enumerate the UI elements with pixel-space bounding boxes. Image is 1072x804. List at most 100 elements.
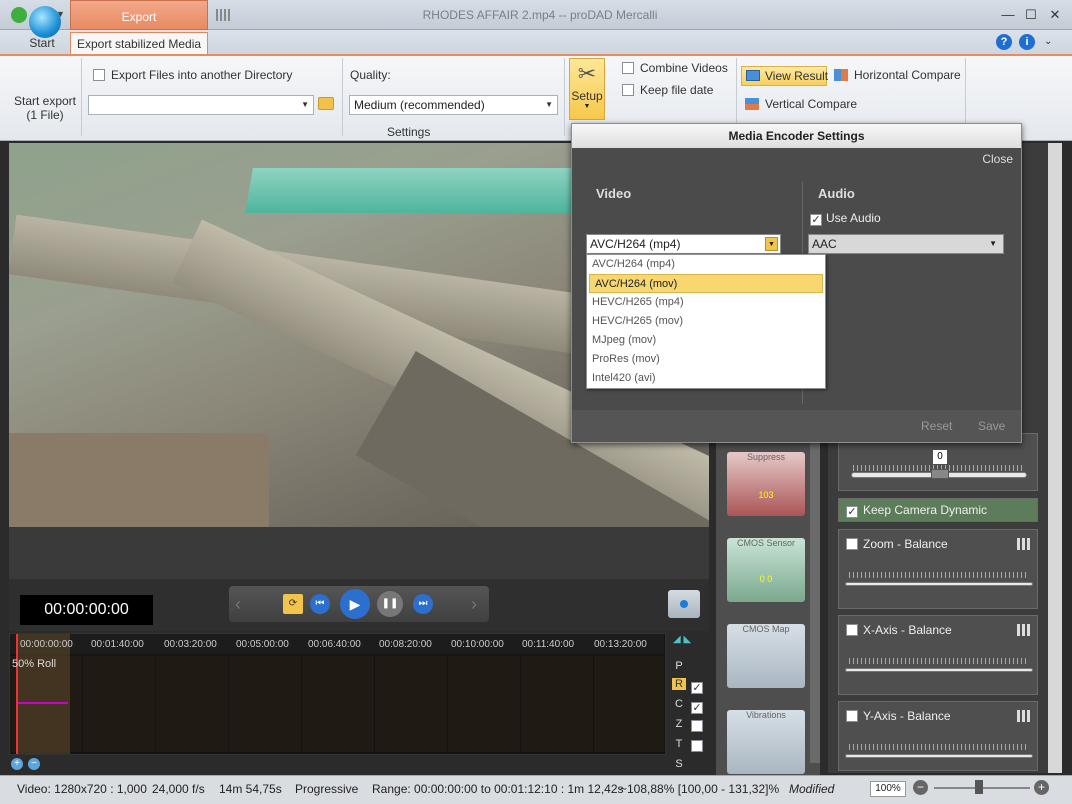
timeline-track[interactable]	[10, 656, 664, 752]
export-dir-dropdown[interactable]: ▼	[88, 95, 314, 115]
tick-label: 00:11:40:00	[522, 639, 575, 650]
skip-back-icon[interactable]: ⏮	[310, 594, 330, 614]
prev-marker-icon[interactable]: ‹	[235, 594, 241, 615]
pause-icon[interactable]: ❚❚	[377, 591, 403, 617]
dialog-footer: Reset Save	[572, 410, 1021, 442]
close-button[interactable]: ✕	[1046, 7, 1064, 23]
bars-icon[interactable]	[1017, 710, 1031, 722]
chevron-down-icon: ▼	[989, 239, 997, 248]
chevron-down-icon: ▼	[545, 100, 553, 109]
export-dir-label: Export Files into another Directory	[111, 68, 293, 82]
monitor-icon	[746, 70, 760, 81]
y-balance-checkbox[interactable]	[846, 710, 858, 725]
codec-option[interactable]: HEVC/H265 (mov)	[587, 312, 825, 331]
codec-option[interactable]: MJpeg (mov)	[587, 331, 825, 350]
codec-option[interactable]: HEVC/H265 (mp4)	[587, 293, 825, 312]
combine-videos-checkbox[interactable]	[622, 62, 634, 77]
settings-group-label: Settings	[387, 125, 431, 139]
track-label: 50% Roll	[12, 658, 57, 670]
start-export-button[interactable]: Start export (1 File)	[13, 94, 77, 122]
status-modified: Modified	[789, 782, 835, 796]
start-export-icon[interactable]	[29, 6, 61, 38]
tick-label: 00:05:00:00	[236, 639, 289, 650]
timeline-arrows-icon[interactable]: ◢ ◣	[673, 634, 691, 645]
title-bar: ▼ Export RHODES AFFAIR 2.mp4 -- proDAD M…	[0, 0, 1072, 30]
skip-forward-icon[interactable]: ⏭	[413, 594, 433, 614]
quality-dropdown[interactable]: Medium (recommended) ▼	[349, 95, 558, 115]
combine-videos-label: Combine Videos	[640, 61, 728, 75]
cmos-map-filter[interactable]: CMOS Map	[727, 624, 805, 688]
vertical-compare-icon[interactable]	[745, 98, 759, 110]
suppress-label: Suppress	[746, 452, 786, 462]
save-button[interactable]: Save	[978, 419, 1005, 433]
cmos-sensor-filter[interactable]: CMOS Sensor 0 0	[727, 538, 805, 602]
use-audio-checkbox[interactable]	[810, 212, 822, 226]
minimize-button[interactable]: —	[999, 7, 1017, 23]
play-icon[interactable]: ▶	[340, 589, 370, 619]
y-balance-slider[interactable]	[845, 754, 1033, 758]
playhead[interactable]	[16, 634, 18, 754]
app-icon[interactable]	[11, 7, 27, 23]
zoom-balance-checkbox[interactable]	[846, 538, 858, 553]
vertical-scrollbar[interactable]	[1048, 143, 1062, 773]
help-icon[interactable]: ?	[996, 34, 1012, 50]
video-codec-dropdown[interactable]: AVC/H264 (mp4) ▼	[586, 234, 781, 254]
status-duration: 14m 54,75s	[219, 782, 282, 796]
x-balance-checkbox[interactable]	[846, 624, 858, 639]
row-r-checkbox[interactable]	[691, 680, 703, 694]
zoom-slider-thumb[interactable]	[975, 780, 983, 794]
bars-icon[interactable]	[1017, 624, 1031, 636]
row-label-r[interactable]: R	[672, 678, 686, 690]
tick-label: 00:00:00:00	[20, 639, 73, 650]
ribbon-collapse-icon[interactable]: ⌄	[1044, 36, 1052, 47]
info-icon[interactable]: i	[1019, 34, 1035, 50]
zoom-out-icon[interactable]: −	[913, 780, 928, 795]
suppress-filter[interactable]: Suppress 103	[727, 452, 805, 516]
loop-icon[interactable]: ⟳	[283, 594, 303, 614]
vertical-compare-button[interactable]: Vertical Compare	[765, 97, 857, 111]
row-t-checkbox[interactable]	[691, 740, 703, 755]
next-marker-icon[interactable]: ›	[471, 594, 477, 615]
slider-value: 0	[933, 450, 947, 464]
codec-option[interactable]: AVC/H264 (mp4)	[587, 255, 825, 274]
export-context-tab[interactable]: Export	[70, 0, 208, 30]
tab-export-stabilized-media[interactable]: Export stabilized Media	[70, 32, 208, 54]
zoom-out-icon[interactable]: −	[28, 758, 40, 770]
folder-icon[interactable]	[318, 97, 334, 110]
dialog-close-link[interactable]: Close	[982, 152, 1013, 166]
codec-option[interactable]: Intel420 (avi)	[587, 369, 825, 388]
slider-thumb[interactable]	[931, 469, 949, 479]
snapshot-button[interactable]	[668, 590, 700, 618]
zoom-balance-box: Zoom - Balance	[838, 529, 1038, 609]
row-label-c: C	[675, 698, 683, 710]
zoom-in-icon[interactable]: +	[11, 758, 23, 770]
audio-codec-dropdown[interactable]: AAC ▼	[808, 234, 1004, 254]
zoom-balance-slider[interactable]	[845, 582, 1033, 586]
codec-option[interactable]: AVC/H264 (mov)	[589, 274, 823, 293]
zoom-percent[interactable]: 100%	[870, 781, 906, 797]
status-bar: Video: 1280x720 : 1,000 24,000 f/s 14m 5…	[0, 775, 1072, 804]
vibrations-filter[interactable]: Vibrations	[727, 710, 805, 774]
status-video: Video: 1280x720 : 1,000	[17, 782, 147, 796]
view-result-button[interactable]: View Result	[741, 66, 828, 86]
reset-button[interactable]: Reset	[921, 419, 952, 433]
selection-range[interactable]	[16, 634, 70, 754]
maximize-button[interactable]: ☐	[1022, 7, 1040, 23]
codec-option[interactable]: ProRes (mov)	[587, 350, 825, 369]
start-export-label: Start export	[13, 94, 77, 108]
bars-icon[interactable]	[1017, 538, 1031, 550]
roll-curve	[18, 702, 68, 704]
keep-file-date-checkbox[interactable]	[622, 84, 634, 99]
horizontal-compare-icon[interactable]	[834, 69, 848, 81]
row-c-checkbox[interactable]	[691, 700, 703, 714]
cmos-sensor-values: 0 0	[759, 574, 773, 584]
keep-camera-dynamic-checkbox[interactable]	[846, 504, 858, 518]
x-balance-slider[interactable]	[845, 668, 1033, 672]
zoom-in-icon[interactable]: +	[1034, 780, 1049, 795]
video-section-label: Video	[596, 186, 632, 201]
row-z-checkbox[interactable]	[691, 720, 703, 735]
export-dir-checkbox[interactable]	[93, 69, 105, 84]
horizontal-compare-button[interactable]: Horizontal Compare	[854, 68, 961, 82]
keep-camera-dynamic-row[interactable]: Keep Camera Dynamic	[838, 498, 1038, 522]
setup-button[interactable]: ✂ Setup ▼	[569, 58, 605, 120]
